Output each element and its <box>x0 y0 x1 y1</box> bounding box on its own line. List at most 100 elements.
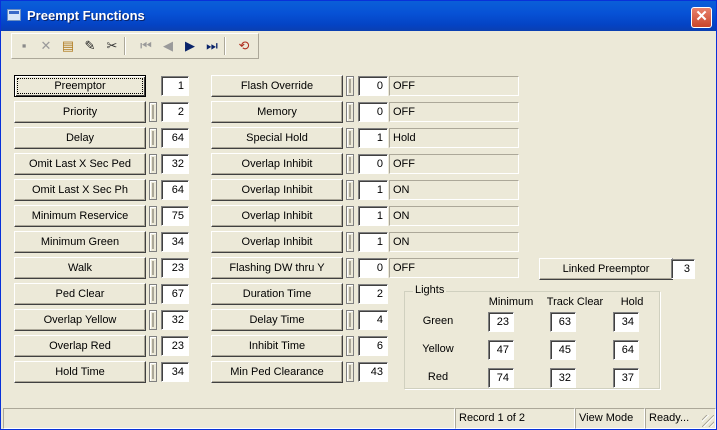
spin-handle[interactable] <box>149 154 157 174</box>
field-value[interactable]: 32 <box>161 310 189 330</box>
field-value[interactable]: 43 <box>358 362 388 382</box>
spin-handle[interactable] <box>149 128 157 148</box>
spin-handle[interactable] <box>346 128 354 148</box>
lights-value[interactable]: 47 <box>488 340 514 360</box>
field-value[interactable]: 0 <box>358 154 388 174</box>
field-button[interactable]: Flashing DW thru Y <box>211 257 343 279</box>
field-button[interactable]: Memory <box>211 101 343 123</box>
field-button[interactable]: Minimum Green <box>14 231 146 253</box>
spin-handle[interactable] <box>346 154 354 174</box>
spin-handle[interactable] <box>149 336 157 356</box>
field-value[interactable]: 4 <box>358 310 388 330</box>
delete-icon[interactable]: ✕ <box>36 36 56 56</box>
spin-handle[interactable] <box>346 180 354 200</box>
spin-handle[interactable] <box>149 206 157 226</box>
field-value[interactable]: 0 <box>358 102 388 122</box>
first-record-icon[interactable]: ⏮ <box>136 36 156 56</box>
spin-handle[interactable] <box>346 232 354 252</box>
field-button[interactable]: Inhibit Time <box>211 335 343 357</box>
field-value[interactable]: 34 <box>161 232 189 252</box>
field-button[interactable]: Ped Clear <box>14 283 146 305</box>
pencil-icon[interactable]: ✎ <box>80 36 100 56</box>
field-value[interactable]: 1 <box>358 128 388 148</box>
close-button[interactable]: ✕ <box>691 7 712 28</box>
field-value[interactable]: 1 <box>161 76 189 96</box>
spin-handle[interactable] <box>149 362 157 382</box>
field-value[interactable]: 32 <box>161 154 189 174</box>
field-value[interactable]: 64 <box>161 180 189 200</box>
spin-handle[interactable] <box>149 180 157 200</box>
linked-preemptor-value[interactable]: 3 <box>671 259 695 279</box>
spin-handle[interactable] <box>346 102 354 122</box>
lights-value[interactable]: 23 <box>488 312 514 332</box>
spin-handle[interactable] <box>346 362 354 382</box>
spin-handle[interactable] <box>346 310 354 330</box>
field-button[interactable]: Delay Time <box>211 309 343 331</box>
field-button[interactable]: Priority <box>14 101 146 123</box>
lights-value[interactable]: 34 <box>613 312 639 332</box>
refresh-icon[interactable]: ⟲ <box>234 36 254 56</box>
field-button[interactable]: Overlap Yellow <box>14 309 146 331</box>
status-pane-empty <box>3 408 455 429</box>
lights-value[interactable]: 63 <box>550 312 576 332</box>
preempt-functions-window: Preempt Functions ✕ ▪ ✕ ▤ ✎ ✂ ⏮ ◀ ▶ ⏭ ⟲ Preemptor… <box>0 0 717 430</box>
resize-grip-icon[interactable] <box>702 415 714 427</box>
field-button[interactable]: Overlap Inhibit <box>211 179 343 201</box>
lights-value[interactable]: 74 <box>488 368 514 388</box>
field-button[interactable]: Min Ped Clearance <box>211 361 343 383</box>
spin-handle[interactable] <box>346 284 354 304</box>
scissors-icon[interactable]: ✂ <box>102 36 122 56</box>
field-button[interactable]: Duration Time <box>211 283 343 305</box>
field-button[interactable]: Hold Time <box>14 361 146 383</box>
status-bar: Record 1 of 2 View Mode Ready... <box>3 408 716 429</box>
field-value[interactable]: 34 <box>161 362 189 382</box>
field-button[interactable]: Omit Last X Sec Ph <box>14 179 146 201</box>
spin-handle[interactable] <box>346 206 354 226</box>
spin-handle[interactable] <box>346 336 354 356</box>
field-text: ON <box>389 180 519 200</box>
field-button[interactable]: Minimum Reservice <box>14 205 146 227</box>
field-button[interactable]: Flash Override <box>211 75 343 97</box>
previous-record-icon[interactable]: ◀ <box>158 36 178 56</box>
lights-value[interactable]: 64 <box>613 340 639 360</box>
field-value[interactable]: 1 <box>358 180 388 200</box>
next-record-icon[interactable]: ▶ <box>180 36 200 56</box>
title-bar[interactable]: Preempt Functions ✕ <box>1 1 716 31</box>
spin-handle[interactable] <box>149 102 157 122</box>
field-button[interactable]: Delay <box>14 127 146 149</box>
field-value[interactable]: 2 <box>358 284 388 304</box>
spin-handle[interactable] <box>346 258 354 278</box>
spin-handle[interactable] <box>149 232 157 252</box>
field-value[interactable]: 23 <box>161 258 189 278</box>
field-button[interactable]: Overlap Inhibit <box>211 231 343 253</box>
lights-value[interactable]: 32 <box>550 368 576 388</box>
save-icon[interactable]: ▪ <box>14 36 34 56</box>
last-record-icon[interactable]: ⏭ <box>202 36 222 56</box>
spin-handle[interactable] <box>149 310 157 330</box>
field-button[interactable]: Overlap Inhibit <box>211 153 343 175</box>
field-button[interactable]: Walk <box>14 257 146 279</box>
field-value[interactable]: 75 <box>161 206 189 226</box>
field-button[interactable]: Preemptor <box>14 75 146 97</box>
field-value[interactable]: 64 <box>161 128 189 148</box>
field-button[interactable]: Overlap Red <box>14 335 146 357</box>
field-value[interactable]: 1 <box>358 232 388 252</box>
lights-value[interactable]: 37 <box>613 368 639 388</box>
lights-value[interactable]: 45 <box>550 340 576 360</box>
lights-column-header: Track Clear <box>546 296 604 308</box>
spin-handle[interactable] <box>149 284 157 304</box>
field-value[interactable]: 2 <box>161 102 189 122</box>
spin-handle[interactable] <box>149 258 157 278</box>
field-value[interactable]: 0 <box>358 76 388 96</box>
field-value[interactable]: 1 <box>358 206 388 226</box>
linked-preemptor-button[interactable]: Linked Preemptor <box>539 258 673 280</box>
field-value[interactable]: 23 <box>161 336 189 356</box>
spin-handle[interactable] <box>346 76 354 96</box>
books-icon[interactable]: ▤ <box>58 36 78 56</box>
field-button[interactable]: Special Hold <box>211 127 343 149</box>
field-value[interactable]: 67 <box>161 284 189 304</box>
field-value[interactable]: 6 <box>358 336 388 356</box>
field-button[interactable]: Overlap Inhibit <box>211 205 343 227</box>
field-value[interactable]: 0 <box>358 258 388 278</box>
field-button[interactable]: Omit Last X Sec Ped <box>14 153 146 175</box>
